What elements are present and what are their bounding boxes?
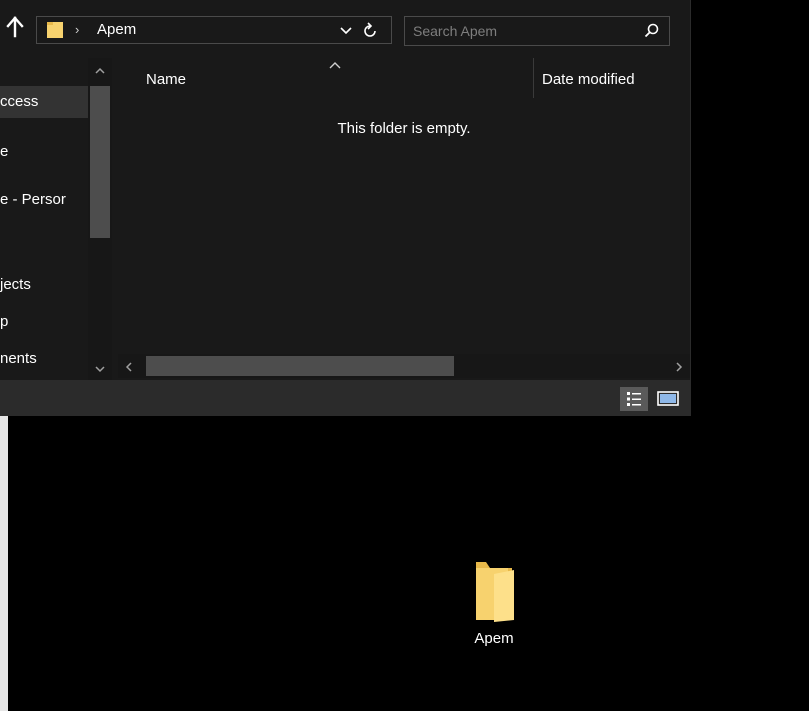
details-view-button[interactable]	[620, 387, 648, 411]
desktop-icon-label: Apem	[474, 630, 514, 647]
sidebar-item-quick-access[interactable]: ccess	[0, 86, 88, 118]
nav-vertical-scrollbar[interactable]	[88, 58, 112, 380]
scroll-up-arrow-icon[interactable]	[92, 64, 108, 76]
scroll-down-arrow-icon[interactable]	[92, 362, 108, 374]
sidebar-item-label: e	[0, 143, 9, 160]
up-arrow-icon[interactable]	[6, 16, 24, 38]
folder-icon	[464, 558, 524, 624]
sidebar-item-label: jects	[0, 276, 31, 293]
sidebar-item-label: nents	[0, 350, 37, 367]
sidebar-item-label: e - Persor	[0, 191, 66, 208]
address-bar[interactable]: › Apem	[36, 16, 392, 44]
desktop-icon-apem[interactable]: Apem	[456, 556, 532, 656]
file-explorer-window: › Apem Search Apem ccess e e - Persor je…	[0, 0, 690, 416]
sidebar-item-3d-objects[interactable]: jects	[0, 269, 88, 301]
sidebar-item-desktop[interactable]: p	[0, 306, 88, 338]
sidebar-item-label: ccess	[0, 93, 39, 110]
horizontal-scroll-thumb[interactable]	[146, 356, 454, 376]
breadcrumb-current-folder[interactable]: Apem	[97, 21, 136, 39]
sidebar-item-documents[interactable]: nents	[0, 343, 88, 375]
sidebar-item-onedrive-personal[interactable]: e - Persor	[0, 184, 88, 216]
chevron-down-icon[interactable]	[339, 21, 353, 39]
breadcrumb-separator: ›	[75, 22, 80, 37]
details-view-icon	[627, 392, 641, 406]
refresh-icon[interactable]	[361, 20, 379, 40]
window-border	[690, 0, 691, 416]
large-icons-view-button[interactable]	[654, 387, 682, 411]
folder-icon	[45, 20, 65, 40]
search-input[interactable]	[413, 20, 633, 42]
sidebar-item-label: p	[0, 313, 9, 330]
status-bar	[0, 380, 690, 416]
large-icons-view-icon	[657, 391, 679, 406]
search-icon[interactable]	[643, 22, 661, 40]
screen: › Apem Search Apem ccess e e - Persor je…	[0, 0, 809, 711]
horizontal-scrollbar[interactable]	[118, 354, 690, 378]
sidebar-item-onedrive[interactable]: e	[0, 136, 88, 168]
scroll-left-arrow-icon[interactable]	[124, 360, 134, 374]
nav-scroll-thumb[interactable]	[90, 86, 110, 238]
column-header-name[interactable]: Name	[146, 58, 526, 102]
column-header-date-modified[interactable]: Date modified	[542, 58, 690, 102]
navigation-pane: ccess e e - Persor jects p nents	[0, 58, 114, 380]
address-bar-row: › Apem	[0, 0, 690, 56]
search-box[interactable]	[404, 16, 670, 46]
scroll-right-arrow-icon[interactable]	[674, 360, 684, 374]
column-divider[interactable]	[533, 58, 534, 98]
file-list-pane[interactable]: Name Date modified This folder is empty.	[118, 58, 690, 380]
empty-folder-message: This folder is empty.	[337, 120, 471, 137]
